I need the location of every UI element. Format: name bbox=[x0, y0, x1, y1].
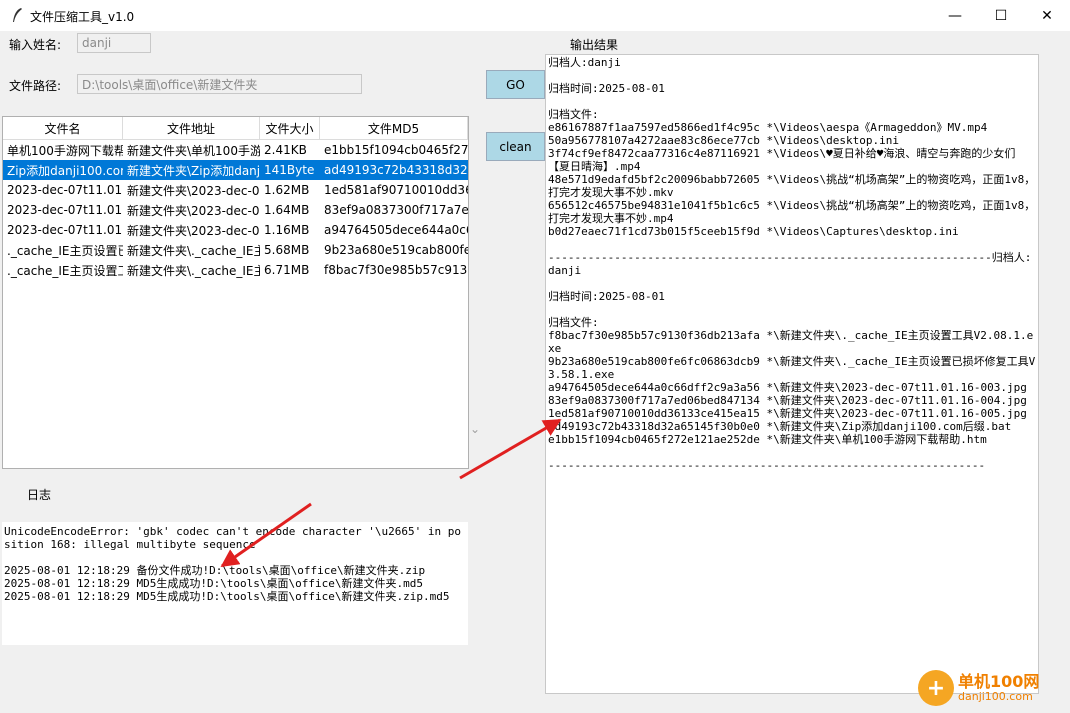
cell-file-name: ._cache_IE主页设置已损坏修复工具V3.58.1.exe bbox=[7, 243, 123, 258]
output-line: f8bac7f30e985b57c9130f36db213afa *\新建文件夹… bbox=[548, 329, 1034, 355]
output-text[interactable]: 归档人:danji 归档时间:2025-08-01 归档文件: e86167887f1… bbox=[545, 54, 1039, 694]
cell-file-size: 2.41KB bbox=[264, 143, 307, 157]
output-line: e86167887f1aa7597ed5866ed1f4c95c *\Video… bbox=[548, 121, 988, 134]
clean-button[interactable]: clean bbox=[486, 132, 545, 161]
cell-file-size: 141Byte bbox=[264, 163, 315, 177]
table-row[interactable]: ._cache_IE主页设置工具V2.08.1.exe 新建文件夹\._cache… bbox=[3, 260, 468, 280]
log-line: UnicodeEncodeError: 'gbk' codec can't en… bbox=[4, 525, 461, 551]
table-row[interactable]: 2023-dec-07t11.01.16-004.jpg 新建文件夹\2023-d… bbox=[3, 200, 468, 220]
output-line: ad49193c72b43318d32a65145f30b0e0 *\新建文件夹… bbox=[548, 420, 1012, 433]
table-row[interactable]: Zip添加danji100.com后缀.bat 新建文件夹\Zip添加danji1… bbox=[3, 160, 468, 180]
table-row[interactable]: 单机100手游网下载帮助.htm 新建文件夹\单机100手游网下载帮助.htm 2.… bbox=[3, 140, 468, 160]
output-line: 83ef9a0837300f717a7ed06bed847134 *\新建文件夹… bbox=[548, 394, 1027, 407]
window-title: 文件压缩工具_v1.0 bbox=[30, 10, 135, 24]
close-button[interactable]: ✕ bbox=[1024, 0, 1070, 31]
feather-icon bbox=[13, 8, 22, 22]
cell-file-size: 6.71MB bbox=[264, 263, 310, 277]
path-input[interactable] bbox=[77, 74, 362, 94]
output-line: ----------------------------------------… bbox=[548, 251, 1032, 277]
cell-file-path: 新建文件夹\Zip添加danji100.com后缀.bat bbox=[127, 163, 260, 178]
log-label: 日志 bbox=[27, 488, 52, 502]
scroll-down-icon[interactable]: ⌄ bbox=[470, 422, 480, 436]
maximize-button[interactable]: ☐ bbox=[978, 0, 1024, 31]
title-bar[interactable]: 文件压缩工具_v1.0 — ☐ ✕ bbox=[0, 0, 1070, 31]
column-header-path[interactable]: 文件地址 bbox=[123, 117, 260, 139]
minimize-button[interactable]: — bbox=[932, 0, 978, 31]
cell-file-path: 新建文件夹\._cache_IE主页设置工具V2.08.1.exe bbox=[127, 263, 260, 278]
output-line: 48e571d9edafd5bf2c20096babb72605 *\Video… bbox=[548, 173, 1036, 199]
output-line: 9b23a680e519cab800fe6fc06863dcb9 *\新建文件夹… bbox=[548, 355, 1036, 381]
cell-file-md5: 83ef9a0837300f717a7ed06bed847134 bbox=[324, 203, 468, 217]
output-line: 1ed581af90710010dd36133ce415ea15 *\新建文件夹… bbox=[548, 407, 1027, 420]
column-header-name[interactable]: 文件名 bbox=[3, 117, 123, 139]
cell-file-md5: e1bb15f1094cb0465f272e121ae252de bbox=[324, 143, 468, 157]
cell-file-md5: 1ed581af90710010dd36133ce415ea15 bbox=[324, 183, 468, 197]
cell-file-md5: 9b23a680e519cab800fe6fc06863dcb9 bbox=[324, 243, 468, 257]
cell-file-size: 1.16MB bbox=[264, 223, 310, 237]
table-row[interactable]: 2023-dec-07t11.01.16-003.jpg 新建文件夹\2023-d… bbox=[3, 220, 468, 240]
file-table[interactable]: 文件名 文件地址 文件大小 文件MD5 单机100手游网下载帮助.htm 新建文件… bbox=[2, 116, 469, 469]
output-line: ----------------------------------------… bbox=[548, 459, 986, 472]
cell-file-path: 新建文件夹\._cache_IE主页设置已损坏修复工具V3.58.1.exe bbox=[127, 243, 260, 258]
go-button[interactable]: GO bbox=[486, 70, 545, 99]
output-line: 50a956778107a4272aae83c86ece77cb *\Video… bbox=[548, 134, 899, 147]
column-header-md5[interactable]: 文件MD5 bbox=[320, 117, 468, 139]
output-line: e1bb15f1094cb0465f272e121ae252de *\新建文件夹… bbox=[548, 433, 987, 446]
watermark-url: danji100.com bbox=[958, 690, 1033, 703]
cell-file-md5: ad49193c72b43318d32a65145f30b0e0 bbox=[324, 163, 468, 177]
name-label: 输入姓名: bbox=[9, 38, 62, 52]
output-line: 3f74cf9ef8472caa77316c4e87116921 *\Video… bbox=[548, 147, 1016, 173]
cell-file-path: 新建文件夹\2023-dec-07t11.01.16-004.jpg bbox=[127, 203, 260, 218]
log-text[interactable]: UnicodeEncodeError: 'gbk' codec can't en… bbox=[2, 522, 468, 645]
watermark: + 单机100网 danji100.com bbox=[918, 670, 1039, 706]
output-line: a94764505dece644a0c66dff2c9a3a56 *\新建文件夹… bbox=[548, 381, 1027, 394]
log-line: 2025-08-01 12:18:29 MD5生成成功!D:\tools\桌面\… bbox=[4, 577, 424, 590]
output-label: 输出结果 bbox=[570, 38, 619, 52]
log-line: 2025-08-01 12:18:29 MD5生成成功!D:\tools\桌面\… bbox=[4, 590, 450, 603]
output-line: b0d27eaec71f1cd73b015f5ceeb15f9d *\Video… bbox=[548, 225, 959, 238]
cell-file-size: 1.64MB bbox=[264, 203, 310, 217]
output-line: 归档时间:2025-08-01 bbox=[548, 290, 665, 303]
output-line: 归档时间:2025-08-01 bbox=[548, 82, 665, 95]
cell-file-path: 新建文件夹\2023-dec-07t11.01.16-005.jpg bbox=[127, 183, 260, 198]
path-label: 文件路径: bbox=[9, 79, 62, 93]
cell-file-name: Zip添加danji100.com后缀.bat bbox=[7, 163, 123, 178]
cell-file-name: 2023-dec-07t11.01.16-005.jpg bbox=[7, 183, 123, 197]
cell-file-size: 1.62MB bbox=[264, 183, 310, 197]
table-body: 单机100手游网下载帮助.htm 新建文件夹\单机100手游网下载帮助.htm 2.… bbox=[3, 140, 468, 280]
name-input[interactable] bbox=[77, 33, 151, 53]
cell-file-md5: f8bac7f30e985b57c9130f36db213afa bbox=[324, 263, 468, 277]
cell-file-path: 新建文件夹\单机100手游网下载帮助.htm bbox=[127, 143, 260, 158]
cell-file-name: 单机100手游网下载帮助.htm bbox=[7, 143, 123, 158]
table-row[interactable]: 2023-dec-07t11.01.16-005.jpg 新建文件夹\2023-d… bbox=[3, 180, 468, 200]
cell-file-name: ._cache_IE主页设置工具V2.08.1.exe bbox=[7, 263, 123, 278]
watermark-plus-icon: + bbox=[918, 670, 954, 706]
watermark-name: 单机100网 bbox=[958, 672, 1040, 691]
table-row[interactable]: ._cache_IE主页设置已损坏修复工具V3.58.1.exe 新建文件夹\._… bbox=[3, 240, 468, 260]
output-line: 归档人:danji bbox=[548, 56, 621, 69]
cell-file-size: 5.68MB bbox=[264, 243, 310, 257]
cell-file-path: 新建文件夹\2023-dec-07t11.01.16-003.jpg bbox=[127, 223, 260, 238]
cell-file-name: 2023-dec-07t11.01.16-003.jpg bbox=[7, 223, 123, 237]
cell-file-name: 2023-dec-07t11.01.16-004.jpg bbox=[7, 203, 123, 217]
column-header-size[interactable]: 文件大小 bbox=[260, 117, 320, 139]
output-line: 归档文件: bbox=[548, 316, 599, 329]
log-line: 2025-08-01 12:18:29 备份文件成功!D:\tools\桌面\o… bbox=[4, 564, 426, 577]
table-header: 文件名 文件地址 文件大小 文件MD5 bbox=[3, 117, 468, 140]
cell-file-md5: a94764505dece644a0c66dff2c9a3a56 bbox=[324, 223, 468, 237]
output-line: 归档文件: bbox=[548, 108, 599, 121]
output-line: 656512c46575be94831e1041f5b1c6c5 *\Video… bbox=[548, 199, 1036, 225]
